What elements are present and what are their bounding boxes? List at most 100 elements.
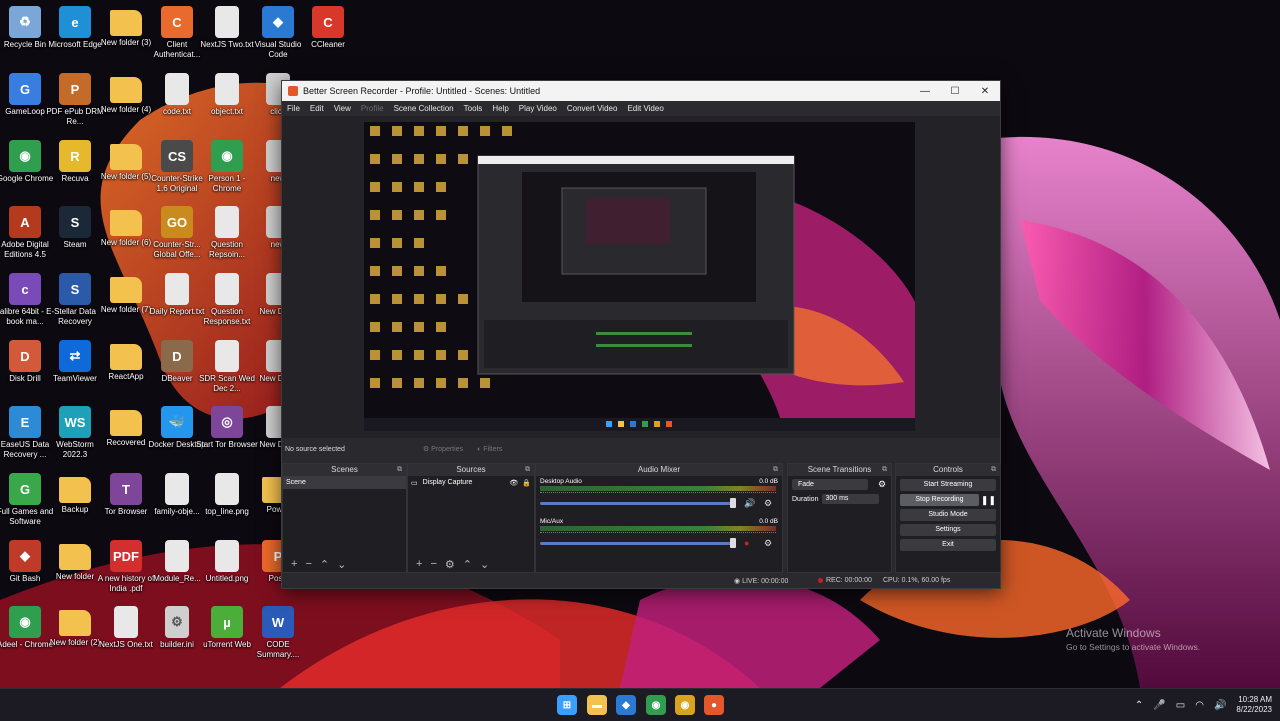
filters-button[interactable]: ◐ Filters (477, 446, 502, 453)
clock[interactable]: 10:28 AM 8/22/2023 (1236, 695, 1272, 715)
undock-icon[interactable]: ⧉ (773, 464, 778, 476)
filters-label: Filters (483, 445, 503, 453)
network-icon[interactable]: ▭ (1176, 700, 1185, 711)
webstorm-icon: WS (59, 406, 91, 438)
move-down-icon[interactable]: ⌄ (337, 558, 346, 571)
folder-icon (110, 10, 142, 36)
broadcast-icon: ◉ (734, 578, 743, 585)
folder-icon (110, 410, 142, 436)
window-title: Better Screen Recorder - Profile: Untitl… (303, 86, 541, 96)
chevron-up-icon[interactable]: ⌃ (1135, 700, 1143, 711)
file-explorer-icon[interactable]: ▬ (587, 695, 607, 715)
diskdrill-icon: D (9, 340, 41, 372)
word-icon: W (262, 606, 294, 638)
controls-dock: Controls ⧉ Start Streaming Stop Recording… (895, 463, 1001, 573)
watermark-title: Activate Windows (1066, 626, 1161, 640)
window-titlebar[interactable]: Better Screen Recorder - Profile: Untitl… (282, 81, 1000, 101)
folder-icon (110, 77, 142, 103)
menu-item[interactable]: Edit (305, 104, 329, 113)
undock-icon[interactable]: ⧉ (991, 464, 996, 476)
minimize-button[interactable]: — (910, 81, 940, 101)
menu-item[interactable]: Help (487, 104, 513, 113)
remove-icon[interactable]: − (305, 558, 311, 570)
speaker-icon[interactable]: 🔊 (744, 498, 755, 509)
recorder-icon[interactable]: ● (704, 695, 724, 715)
menu-item[interactable]: Profile (356, 104, 389, 113)
lock-icon[interactable]: 🔒 (522, 479, 531, 487)
start-streaming-button[interactable]: Start Streaming (900, 479, 996, 491)
volume-slider-handle[interactable] (730, 538, 736, 548)
start-icon[interactable]: ⊞ (557, 695, 577, 715)
undock-icon[interactable]: ⧉ (397, 464, 402, 476)
maximize-button[interactable]: ☐ (940, 81, 970, 101)
stop-recording-button[interactable]: Stop Recording (900, 494, 979, 506)
remove-icon[interactable]: − (430, 558, 436, 570)
taskbar: ⊞ ▬ ◆ ◉ ◉ ● ⌃ 🎤 ▭ ◠ 🔊 10:28 AM 8/22/2023 (0, 688, 1280, 721)
folder-icon (59, 610, 91, 636)
chrome-icon: ◉ (9, 140, 41, 172)
duration-input[interactable]: 300 ms (822, 494, 880, 504)
menu-item[interactable]: Scene Collection (389, 104, 459, 113)
gameloop-icon: G (9, 73, 41, 105)
gear-icon[interactable]: ⚙ (878, 479, 886, 490)
studio-mode-button[interactable]: Studio Mode (900, 509, 996, 521)
desktop-icon[interactable]: C CCleaner (297, 6, 359, 50)
sources-dock: Sources ⧉ ▭ Display Capture 👁 🔒 + − ⚙ ⌃ ⌄ (407, 463, 535, 573)
chrome-icon[interactable]: ◉ (675, 695, 695, 715)
vscode-icon[interactable]: ◆ (616, 695, 636, 715)
menu-item[interactable]: Edit Video (622, 104, 668, 113)
gear-icon[interactable]: ⚙ (764, 538, 772, 549)
wifi-icon[interactable]: ◠ (1195, 700, 1204, 711)
eye-icon[interactable]: 👁 (509, 479, 518, 487)
desktop-icon[interactable]: W CODE Summary.... (247, 606, 309, 660)
folder-icon (110, 144, 142, 170)
recorder-window: Better Screen Recorder - Profile: Untitl… (281, 80, 1001, 589)
csgo-icon: GO (161, 206, 193, 238)
gear-icon[interactable]: ⚙ (445, 558, 455, 571)
volume-icon[interactable]: 🔊 (1214, 700, 1226, 711)
watermark-subtitle: Go to Settings to activate Windows. (1066, 642, 1201, 652)
volume-slider[interactable] (540, 502, 736, 505)
transition-select[interactable]: Fade (792, 479, 868, 490)
menu-item[interactable]: View (329, 104, 356, 113)
exit-button[interactable]: Exit (900, 539, 996, 551)
menu-item[interactable]: Convert Video (562, 104, 623, 113)
source-item[interactable]: ▭ Display Capture 👁 🔒 (408, 476, 534, 489)
move-up-icon[interactable]: ⌃ (320, 558, 329, 571)
volume-slider[interactable] (540, 542, 736, 545)
mic-muted-icon[interactable]: ● (744, 538, 749, 548)
adobe-de-icon: A (9, 206, 41, 238)
menu-item[interactable]: Tools (459, 104, 488, 113)
sources-title: Sources (456, 465, 486, 474)
mixer-channel: Mic/Aux 0.0 dB ● ⚙ (540, 518, 778, 556)
text-file-icon (215, 6, 239, 38)
settings-button[interactable]: Settings (900, 524, 996, 536)
image-file-icon (215, 473, 239, 505)
menu-item[interactable]: File (282, 104, 305, 113)
volume-slider-handle[interactable] (730, 498, 736, 508)
add-icon[interactable]: + (291, 558, 297, 570)
time-label: 10:28 AM (1238, 695, 1272, 704)
add-icon[interactable]: + (416, 558, 422, 570)
preview-canvas[interactable] (364, 122, 915, 431)
gear-icon[interactable]: ⚙ (764, 498, 772, 509)
undock-icon[interactable]: ⧉ (525, 464, 530, 476)
system-tray: ⌃ 🎤 ▭ ◠ 🔊 10:28 AM 8/22/2023 (1135, 689, 1272, 721)
tor-folder-icon: T (110, 473, 142, 505)
scene-item[interactable]: Scene (283, 476, 406, 489)
properties-button[interactable]: ⚙ Properties (423, 445, 463, 454)
app-logo-icon (288, 86, 298, 96)
chrome-icon: ◉ (9, 606, 41, 638)
menu-item[interactable]: Play Video (514, 104, 562, 113)
undock-icon[interactable]: ⧉ (882, 464, 887, 476)
audio-mixer-dock: Audio Mixer ⧉ Desktop Audio 0.0 dB 🔊 ⚙ Mi… (535, 463, 783, 573)
move-down-icon[interactable]: ⌄ (480, 558, 489, 571)
games-icon: G (9, 473, 41, 505)
mic-icon[interactable]: 🎤 (1153, 700, 1165, 711)
move-up-icon[interactable]: ⌃ (463, 558, 472, 571)
status-bar: ◉ LIVE: 00:00:00 REC: 00:00:00 CPU: 0.1%… (282, 573, 1000, 588)
text-file-icon (165, 473, 189, 505)
pause-icon[interactable]: ❚❚ (981, 495, 996, 506)
close-button[interactable]: ✕ (970, 81, 1000, 101)
chrome-icon[interactable]: ◉ (646, 695, 666, 715)
